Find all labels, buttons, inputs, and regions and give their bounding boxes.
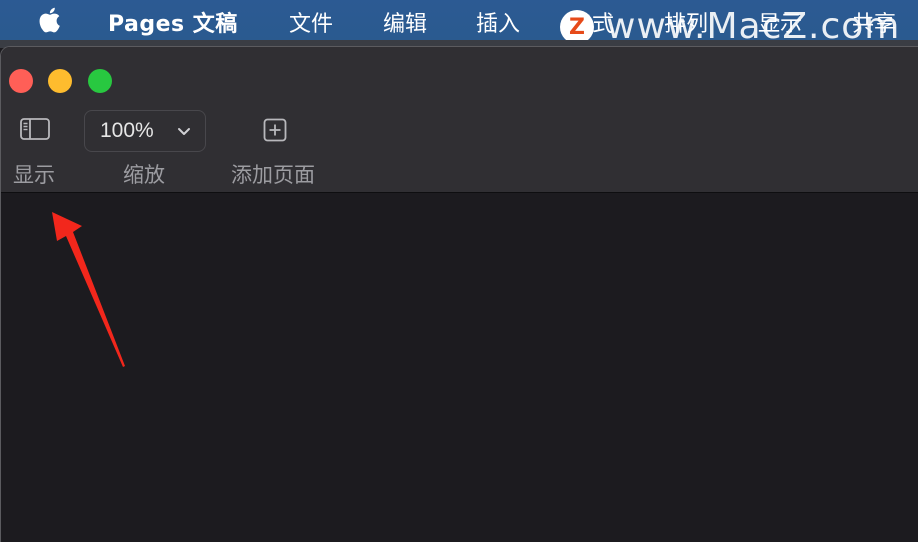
menu-insert[interactable]: 插入 [476, 6, 520, 38]
sidebar-toggle-icon[interactable] [20, 118, 50, 140]
chevron-down-icon [178, 128, 190, 135]
zoom-dropdown[interactable]: 100% [84, 110, 206, 152]
menu-share[interactable]: 共享 [852, 6, 896, 38]
minimize-button[interactable] [48, 69, 72, 93]
add-page-label: 添加页面 [231, 163, 315, 187]
menu-format[interactable]: 格式 [570, 6, 614, 38]
app-name-menu[interactable]: Pages 文稿 [108, 6, 238, 38]
window-toolbar: 100% 显示 缩放 添加页面 [1, 47, 918, 193]
zoom-label: 缩放 [123, 163, 165, 187]
zoom-window-button[interactable] [88, 69, 112, 93]
plus-square-icon[interactable] [263, 118, 287, 142]
zoom-value: 100% [100, 119, 154, 142]
close-button[interactable] [9, 69, 33, 93]
menu-view[interactable]: 显示 [758, 6, 802, 38]
menu-edit[interactable]: 编辑 [383, 6, 427, 38]
show-label: 显示 [13, 163, 55, 187]
document-canvas[interactable] [1, 193, 918, 542]
pages-window: 100% 显示 缩放 添加页面 [0, 46, 918, 542]
menu-arrange[interactable]: 排列 [664, 6, 708, 38]
apple-icon[interactable] [38, 6, 64, 34]
menu-bar: Pages 文稿 文件 编辑 插入 格式 排列 显示 共享 Z www.MacZ… [0, 0, 918, 47]
menu-file[interactable]: 文件 [289, 6, 333, 38]
